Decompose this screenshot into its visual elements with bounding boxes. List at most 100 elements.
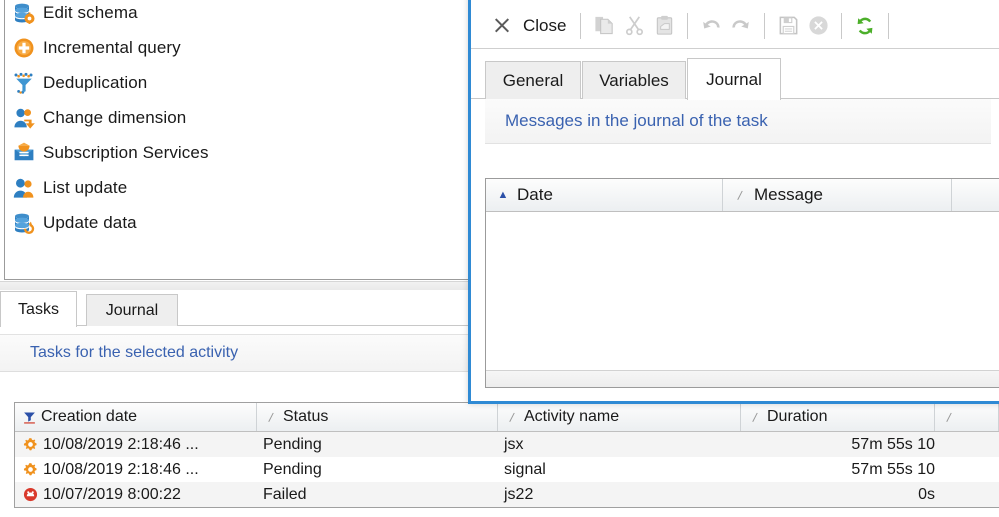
column-header-date[interactable]: ▲ Date — [486, 179, 724, 211]
close-button[interactable]: Close — [481, 8, 572, 44]
cell-status: Pending — [263, 460, 322, 478]
tab-label: Variables — [599, 70, 669, 90]
close-label: Close — [523, 15, 567, 35]
column-header-journal-extra[interactable] — [952, 179, 999, 211]
toolbar-separator — [764, 12, 766, 39]
tab-label: Journal — [105, 301, 159, 319]
cell-extra — [935, 432, 999, 457]
palette-item-label: Edit schema — [43, 2, 138, 22]
tab-tasks[interactable]: Tasks — [0, 291, 77, 327]
table-row[interactable]: 10/07/2019 8:00:22 Failed js22 0s — [15, 482, 999, 507]
cell-creation-date: 10/08/2019 2:18:46 ... — [15, 432, 257, 457]
journal-section-caption: Messages in the journal of the task — [485, 99, 991, 144]
tab-journal[interactable]: Journal — [86, 294, 178, 326]
column-header-activity-name[interactable]: / Activity name — [498, 403, 741, 431]
tab-label: Journal — [706, 69, 762, 89]
cell-extra — [935, 457, 999, 482]
palette-item-label: Subscription Services — [43, 142, 209, 162]
cell-activity-name: js22 — [504, 485, 534, 503]
activity-palette-panel: Edit schema Incremental query Deduplicat… — [4, 0, 472, 280]
save-icon[interactable] — [773, 10, 803, 42]
plus-circle-icon — [13, 37, 35, 59]
cell-creation-date: 10/07/2019 8:00:22 — [15, 482, 257, 507]
tab-journal-dialog[interactable]: Journal — [687, 58, 781, 100]
refresh-icon[interactable] — [850, 10, 880, 42]
toolbar-separator — [687, 12, 689, 39]
column-header-label: Activity name — [524, 408, 620, 425]
tasks-caption-text: Tasks for the selected activity — [30, 344, 239, 361]
palette-item-edit-schema[interactable]: Edit schema — [5, 0, 471, 30]
close-icon — [487, 10, 517, 42]
palette-item-list-update[interactable]: List update — [5, 170, 471, 205]
journal-caption-text: Messages in the journal of the task — [505, 111, 768, 130]
error-icon — [21, 487, 39, 502]
person-arrow-icon — [13, 107, 35, 129]
cell-duration: 57m 55s 10 — [851, 435, 935, 453]
column-header-message[interactable]: / Message — [723, 179, 953, 211]
sort-none-icon: / — [736, 187, 744, 203]
cancel-icon[interactable] — [803, 10, 833, 42]
database-refresh-icon — [13, 212, 35, 234]
tab-general[interactable]: General — [485, 61, 581, 99]
palette-item-deduplication[interactable]: Deduplication — [5, 65, 471, 100]
sort-none-icon: / — [945, 409, 953, 425]
cut-icon[interactable] — [619, 10, 649, 42]
redo-icon[interactable] — [726, 10, 756, 42]
funnel-icon — [13, 72, 35, 94]
column-header-label: Status — [283, 408, 329, 425]
palette-item-label: Deduplication — [43, 72, 148, 92]
cell-activity-name: jsx — [504, 435, 524, 453]
people-icon — [13, 177, 35, 199]
cell-extra — [935, 482, 999, 507]
database-gear-icon — [13, 2, 35, 24]
cell-text: 10/08/2019 2:18:46 ... — [43, 460, 199, 478]
copy-icon[interactable] — [589, 10, 619, 42]
column-header-label: Creation date — [41, 408, 138, 425]
palette-item-change-dimension[interactable]: Change dimension — [5, 100, 471, 135]
envelope-icon — [13, 142, 35, 164]
cell-text: 10/08/2019 2:18:46 ... — [43, 435, 199, 453]
column-header-creation-date[interactable]: Creation date — [15, 403, 257, 431]
cell-status: Pending — [263, 435, 322, 453]
table-row[interactable]: 10/08/2019 2:18:46 ... Pending signal 57… — [15, 457, 999, 482]
toolbar-separator — [841, 12, 843, 39]
cell-duration: 0s — [918, 485, 935, 503]
dialog-toolbar: Close — [471, 3, 999, 49]
dialog-tabstrip: General Variables Journal — [471, 55, 999, 100]
column-header-status[interactable]: / Status — [257, 403, 498, 431]
journal-table: ▲ Date / Message — [485, 178, 999, 388]
paste-icon[interactable] — [649, 10, 679, 42]
undo-icon[interactable] — [696, 10, 726, 42]
cell-status: Failed — [263, 485, 307, 503]
activity-palette-list: Edit schema Incremental query Deduplicat… — [5, 0, 471, 240]
toolbar-separator — [580, 12, 582, 39]
palette-item-incremental-query[interactable]: Incremental query — [5, 30, 471, 65]
sort-ascending-icon: ▲ — [497, 188, 509, 201]
palette-item-label: Incremental query — [43, 37, 181, 57]
palette-item-label: Update data — [43, 212, 137, 232]
column-header-label: Duration — [767, 408, 828, 425]
cell-text: 10/07/2019 8:00:22 — [43, 485, 181, 503]
palette-item-subscription-services[interactable]: Subscription Services — [5, 135, 471, 170]
column-header-label: Message — [754, 185, 823, 204]
gear-icon — [21, 437, 39, 452]
column-header-label: Date — [517, 185, 553, 204]
journal-table-body[interactable] — [486, 212, 999, 370]
tasks-table: Creation date / Status / Activity name /… — [14, 402, 999, 508]
tab-label: Tasks — [18, 300, 59, 318]
app-root: Edit schema Incremental query Deduplicat… — [0, 0, 999, 517]
gear-icon — [21, 462, 39, 477]
task-dialog: Close General Variables Journal Messages… — [468, 0, 999, 404]
filter-icon — [21, 411, 37, 424]
cell-creation-date: 10/08/2019 2:18:46 ... — [15, 457, 257, 482]
column-header-extra[interactable]: / — [935, 403, 999, 431]
palette-item-label: Change dimension — [43, 107, 187, 127]
table-row[interactable]: 10/08/2019 2:18:46 ... Pending jsx 57m 5… — [15, 432, 999, 457]
palette-item-update-data[interactable]: Update data — [5, 205, 471, 240]
cell-activity-name: signal — [504, 460, 546, 478]
journal-table-footer — [486, 370, 999, 387]
journal-table-header: ▲ Date / Message — [486, 179, 999, 212]
column-header-duration[interactable]: / Duration — [741, 403, 935, 431]
sort-none-icon: / — [267, 409, 275, 425]
tab-variables[interactable]: Variables — [582, 61, 686, 99]
